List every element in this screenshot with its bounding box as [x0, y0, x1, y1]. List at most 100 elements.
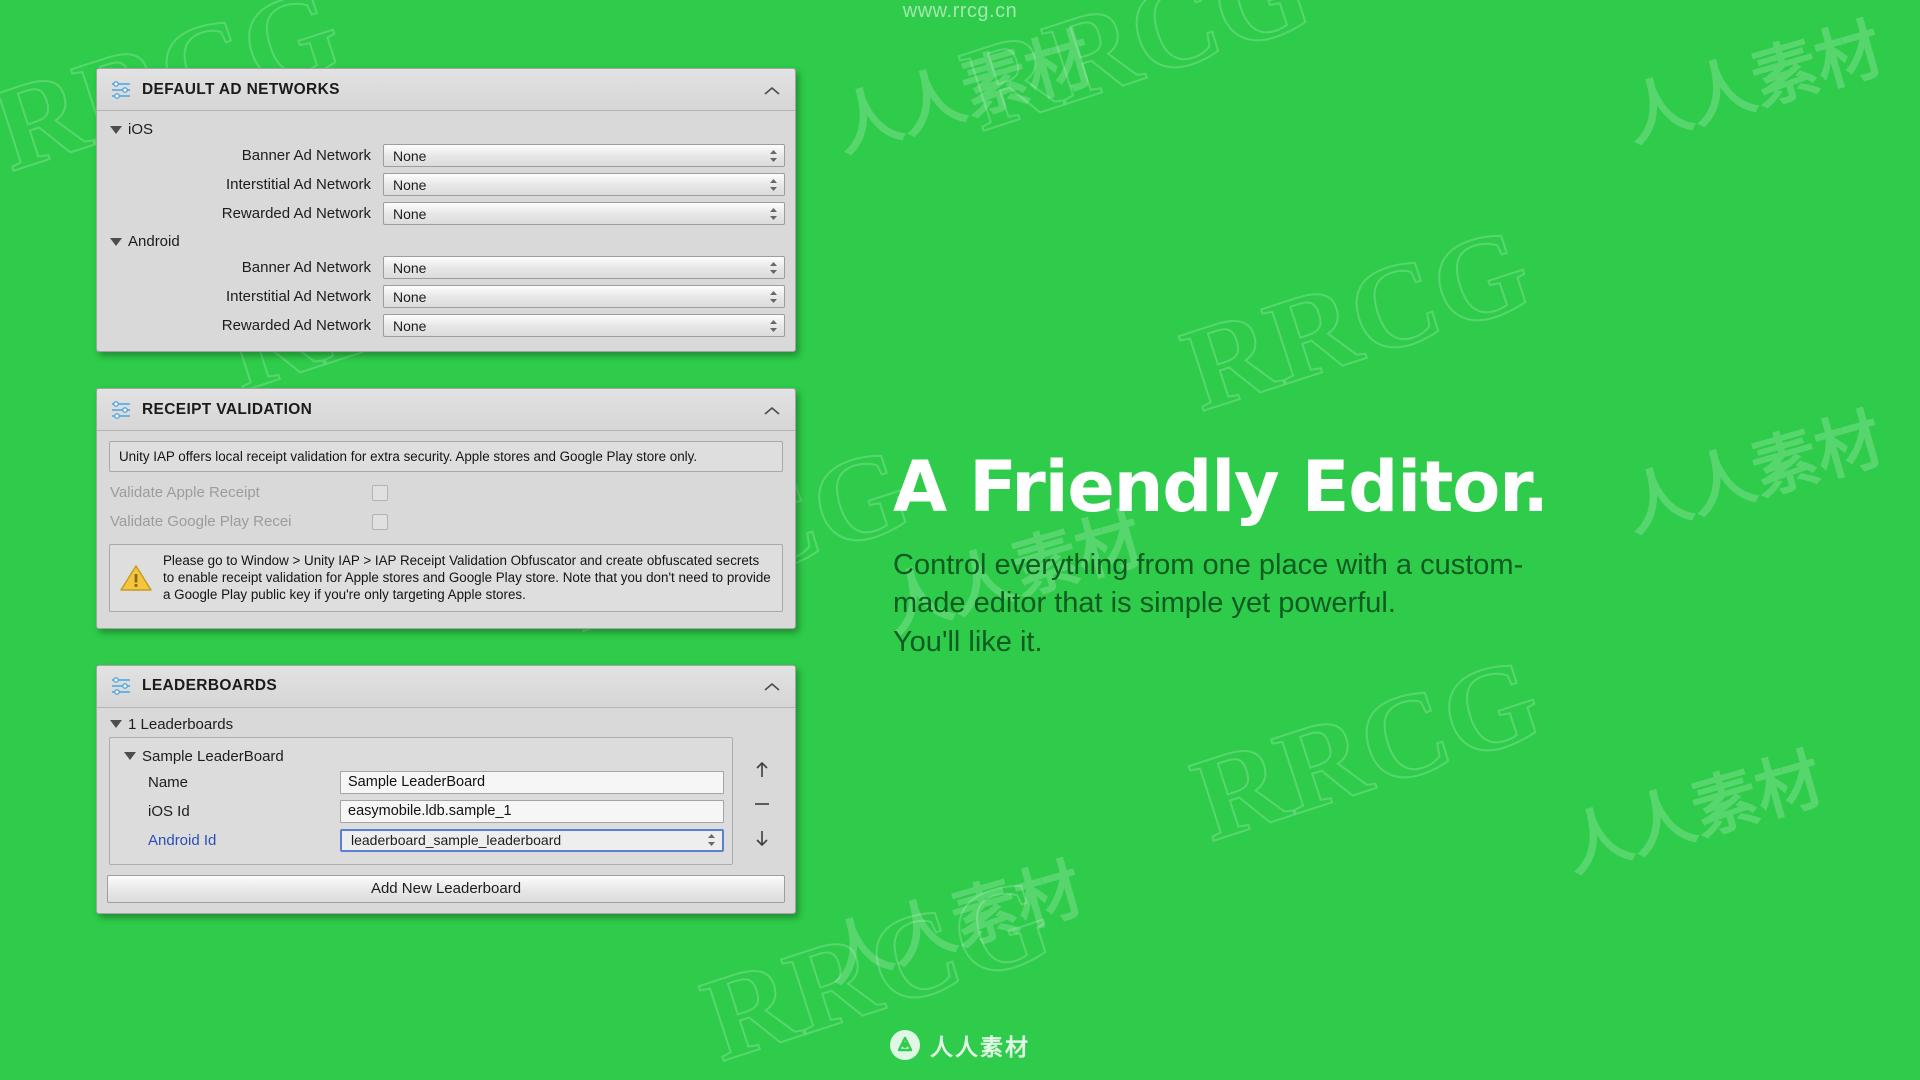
field-label: Banner Ad Network — [241, 147, 371, 164]
promo-subtitle: Control everything from one place with a… — [893, 546, 1813, 661]
dropdown-value: None — [393, 317, 427, 334]
triangle-down-icon — [110, 125, 122, 134]
panel-header-receipt-validation[interactable]: RECEIPT VALIDATION — [97, 389, 795, 431]
updown-arrows-icon — [769, 178, 778, 192]
field-row-android-rewarded: Rewarded Ad Network None — [107, 312, 785, 339]
chevron-up-icon[interactable] — [763, 404, 781, 416]
field-row-leaderboard-name: Name Sample LeaderBoard — [118, 769, 724, 796]
field-label: Name — [148, 773, 189, 791]
panel-title: RECEIPT VALIDATION — [142, 400, 313, 418]
toggle-label: Validate Apple Receipt — [110, 484, 260, 502]
triangle-down-icon — [110, 720, 122, 729]
promo-title: A Friendly Editor. — [893, 446, 1549, 528]
updown-arrows-icon — [769, 290, 778, 304]
foldout-label: Android — [128, 233, 180, 250]
field-row-leaderboard-android-id: Android Id leaderboard_sample_leaderboar… — [118, 827, 724, 854]
dropdown-ios-rewarded-ad-network[interactable]: None — [383, 202, 785, 225]
unity-inspector-column: DEFAULT AD NETWORKS iOS Banner Ad Networ… — [96, 68, 796, 950]
dropdown-ios-interstitial-ad-network[interactable]: None — [383, 173, 785, 196]
foldout-android[interactable]: Android — [107, 229, 785, 254]
warning-text: Please go to Window > Unity IAP > IAP Re… — [163, 553, 771, 603]
field-row-ios-banner: Banner Ad Network None — [107, 142, 785, 169]
watermark-rrcg: RRCG — [1177, 630, 1556, 868]
checkbox-validate-google-play-receipt[interactable] — [372, 513, 388, 530]
panel-header-default-ad-networks[interactable]: DEFAULT AD NETWORKS — [97, 69, 795, 111]
sliders-icon — [110, 79, 132, 101]
input-leaderboard-ios-id[interactable]: easymobile.ldb.sample_1 — [340, 799, 724, 823]
chevron-up-icon[interactable] — [763, 680, 781, 692]
field-row-android-banner: Banner Ad Network None — [107, 254, 785, 281]
watermark-rrcg: RRCG — [947, 0, 1326, 157]
field-label: iOS Id — [148, 802, 190, 820]
panel-body-default-ad-networks: iOS Banner Ad Network None Interstitial … — [97, 111, 795, 351]
info-text: Unity IAP offers local receipt validatio… — [119, 449, 698, 464]
updown-arrows-icon — [769, 149, 778, 163]
panel-header-leaderboards[interactable]: LEADERBOARDS — [97, 665, 795, 708]
field-label: Banner Ad Network — [241, 259, 371, 276]
panel-default-ad-networks: DEFAULT AD NETWORKS iOS Banner Ad Networ… — [96, 68, 796, 352]
logo-text: 人人素材 — [930, 1035, 1030, 1061]
watermark-cn: 人人素材 — [826, 19, 1102, 167]
input-leaderboard-name[interactable]: Sample LeaderBoard — [340, 770, 724, 794]
sliders-icon — [110, 399, 132, 421]
field-label: Interstitial Ad Network — [225, 288, 371, 305]
panel-title: LEADERBOARDS — [142, 677, 278, 695]
checkbox-validate-apple-receipt[interactable] — [372, 484, 388, 501]
panel-body-receipt-validation: Unity IAP offers local receipt validatio… — [97, 431, 795, 628]
arrow-down-icon[interactable] — [752, 828, 772, 848]
field-label: Interstitial Ad Network — [225, 176, 371, 193]
updown-arrows-icon — [769, 261, 778, 275]
leaderboards-count-label: 1 Leaderboards — [128, 715, 234, 733]
leaderboard-item-controls — [741, 737, 783, 865]
leaderboard-item-box: Sample LeaderBoard Name Sample LeaderBoa… — [109, 736, 733, 865]
dropdown-android-rewarded-ad-network[interactable]: None — [383, 314, 785, 337]
dropdown-android-banner-ad-network[interactable]: None — [383, 256, 785, 279]
logo-mark-icon — [890, 1030, 920, 1060]
watermark-rrcg: RRCG — [1167, 200, 1546, 438]
site-watermark-url: www.rrcg.cn — [902, 0, 1018, 22]
arrow-up-icon[interactable] — [752, 760, 772, 780]
triangle-down-icon — [110, 237, 122, 246]
field-row-android-interstitial: Interstitial Ad Network None — [107, 283, 785, 310]
toggle-label: Validate Google Play Recei — [110, 513, 292, 531]
dropdown-value: None — [393, 147, 427, 164]
input-value: easymobile.ldb.sample_1 — [348, 803, 512, 820]
foldout-label: iOS — [128, 121, 154, 138]
dropdown-value: None — [393, 288, 427, 305]
foldout-ios[interactable]: iOS — [107, 117, 785, 142]
panel-title: DEFAULT AD NETWORKS — [142, 80, 340, 98]
field-row-ios-rewarded: Rewarded Ad Network None — [107, 200, 785, 227]
input-value: Sample LeaderBoard — [348, 774, 486, 791]
info-box: Unity IAP offers local receipt validatio… — [109, 441, 783, 473]
field-label: Rewarded Ad Network — [221, 205, 371, 222]
watermark-cn: 人人素材 — [816, 849, 1092, 997]
promo-block: A Friendly Editor. Control everything fr… — [893, 452, 1813, 661]
toggle-row-validate-google-play-receipt[interactable]: Validate Google Play Recei — [107, 507, 785, 536]
toggle-row-validate-apple-receipt[interactable]: Validate Apple Receipt — [107, 478, 785, 507]
dropdown-leaderboard-android-id[interactable]: leaderboard_sample_leaderboard — [340, 828, 724, 852]
updown-arrows-icon — [769, 319, 778, 333]
add-new-leaderboard-button[interactable]: Add New Leaderboard — [107, 874, 785, 903]
watermark-cn: 人人素材 — [1616, 9, 1892, 157]
foldout-leaderboard-item[interactable]: Sample LeaderBoard — [118, 744, 724, 769]
field-label: Rewarded Ad Network — [221, 317, 371, 334]
field-label-android-id-link[interactable]: Android Id — [118, 832, 340, 849]
dropdown-android-interstitial-ad-network[interactable]: None — [383, 285, 785, 308]
site-logo: 人人素材 — [0, 1028, 1920, 1062]
leaderboard-item: Sample LeaderBoard Name Sample LeaderBoa… — [107, 736, 785, 865]
foldout-leaderboards-count[interactable]: 1 Leaderboards — [107, 712, 785, 737]
triangle-down-icon — [124, 752, 136, 761]
promo-subtitle-line-3: You'll like it. — [893, 625, 1043, 658]
dropdown-ios-banner-ad-network[interactable]: None — [383, 144, 785, 167]
dropdown-value: None — [393, 176, 427, 193]
watermark-cn: 人人素材 — [1556, 739, 1832, 887]
minus-icon[interactable] — [752, 794, 772, 814]
promo-subtitle-line-2: made editor that is simple yet powerful. — [893, 587, 1396, 620]
dropdown-value: None — [393, 259, 427, 276]
panel-receipt-validation: RECEIPT VALIDATION Unity IAP offers loca… — [96, 388, 796, 629]
field-row-ios-interstitial: Interstitial Ad Network None — [107, 171, 785, 198]
warning-box: Please go to Window > Unity IAP > IAP Re… — [109, 544, 783, 612]
panel-body-leaderboards: 1 Leaderboards Sample LeaderBoard Name S… — [97, 708, 795, 913]
sliders-icon — [110, 675, 132, 697]
chevron-up-icon[interactable] — [763, 84, 781, 96]
